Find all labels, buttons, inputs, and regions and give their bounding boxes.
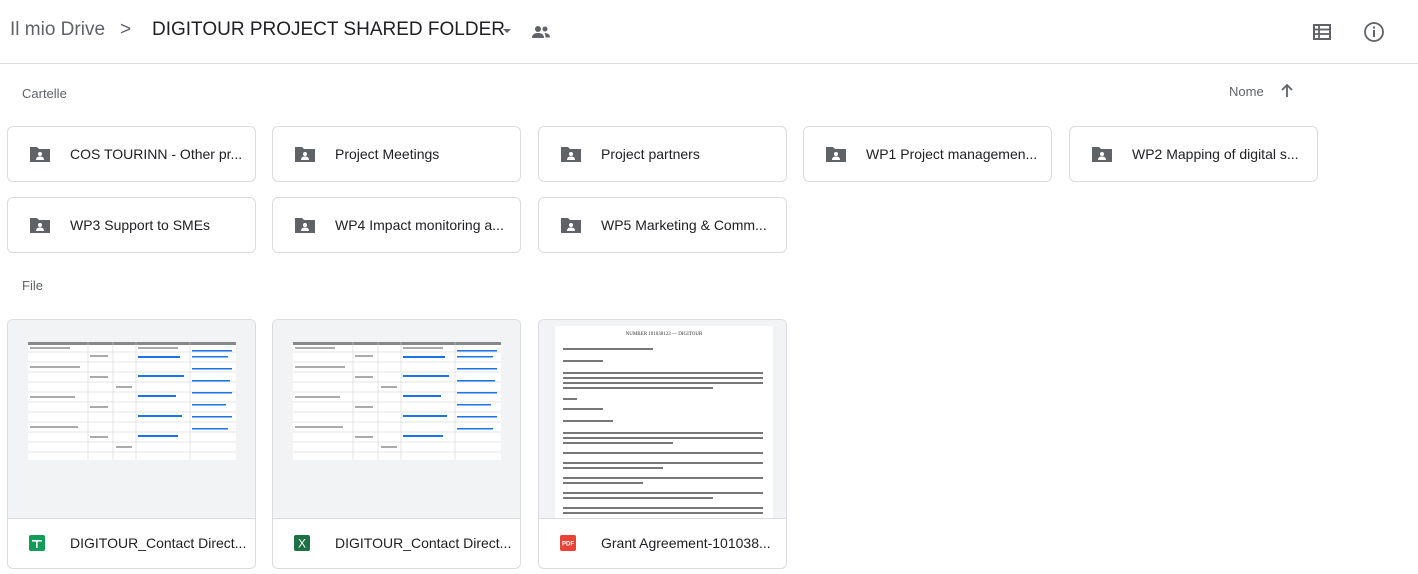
shared-folder-icon <box>30 147 50 162</box>
shared-folder-icon <box>532 26 550 38</box>
folder-name: WP3 Support to SMEs <box>70 217 211 233</box>
breadcrumb-root[interactable]: Il mio Drive <box>10 19 105 41</box>
folder-name: WP4 Impact monitoring a... <box>335 217 504 233</box>
caret-down-icon[interactable] <box>498 22 516 40</box>
pdf-icon: PDF <box>560 535 576 551</box>
folder-name: Project Meetings <box>335 146 440 162</box>
folder-name: WP1 Project managemen... <box>866 146 1038 162</box>
list-view-icon[interactable] <box>1311 21 1333 43</box>
spreadsheet-preview-image <box>28 342 236 460</box>
folder-card[interactable]: COS TOURINN - Other pr... <box>7 126 256 182</box>
folder-card[interactable]: WP3 Support to SMEs <box>7 197 256 253</box>
file-name: Grant Agreement-101038... <box>601 535 771 551</box>
shared-folder-icon <box>561 218 581 233</box>
shared-folder-icon <box>295 147 315 162</box>
pdf-preview-image: NUMBER 101038123 — DIGITOUR <box>555 326 773 518</box>
file-card[interactable]: NUMBER 101038123 — DIGITOUR PDF Grant Ag… <box>538 319 787 569</box>
shared-folder-icon <box>826 147 846 162</box>
sort-by-name-button[interactable]: Nome <box>1229 84 1264 99</box>
file-thumbnail <box>273 320 520 519</box>
shared-folder-icon <box>561 147 581 162</box>
folders-section-label: Cartelle <box>22 86 67 101</box>
folder-card[interactable]: WP4 Impact monitoring a... <box>272 197 521 253</box>
folder-card[interactable]: Project partners <box>538 126 787 182</box>
file-thumbnail: NUMBER 101038123 — DIGITOUR <box>539 320 786 519</box>
spreadsheet-preview-image <box>293 342 501 460</box>
breadcrumb-separator-icon: > <box>120 19 132 40</box>
google-sheets-icon <box>29 535 45 551</box>
breadcrumb-current-folder[interactable]: DIGITOUR PROJECT SHARED FOLDER <box>152 19 505 41</box>
file-name: DIGITOUR_Contact Direct... <box>70 535 247 551</box>
sort-ascending-arrow-icon[interactable] <box>1278 82 1296 100</box>
file-name: DIGITOUR_Contact Direct... <box>335 535 512 551</box>
file-card[interactable]: X DIGITOUR_Contact Direct... <box>272 319 521 569</box>
file-card[interactable]: DIGITOUR_Contact Direct... <box>7 319 256 569</box>
pdf-icon-glyph: PDF <box>562 542 574 548</box>
info-icon[interactable] <box>1362 20 1386 44</box>
folder-card[interactable]: WP1 Project managemen... <box>803 126 1052 182</box>
files-section-label: File <box>22 278 43 293</box>
folder-card[interactable]: WP2 Mapping of digital s... <box>1069 126 1318 182</box>
shared-folder-icon <box>295 218 315 233</box>
top-bar: Il mio Drive > DIGITOUR PROJECT SHARED F… <box>0 0 1418 64</box>
folder-card[interactable]: WP5 Marketing & Comm... <box>538 197 787 253</box>
excel-icon-glyph: X <box>298 537 306 551</box>
folder-name: WP2 Mapping of digital s... <box>1132 146 1299 162</box>
shared-folder-icon <box>30 218 50 233</box>
excel-icon: X <box>294 535 310 551</box>
folder-card[interactable]: Project Meetings <box>272 126 521 182</box>
shared-folder-icon <box>1092 147 1112 162</box>
folder-name: Project partners <box>601 146 700 162</box>
folder-name: COS TOURINN - Other pr... <box>70 146 243 162</box>
file-thumbnail <box>8 320 255 519</box>
folder-name: WP5 Marketing & Comm... <box>601 217 767 233</box>
